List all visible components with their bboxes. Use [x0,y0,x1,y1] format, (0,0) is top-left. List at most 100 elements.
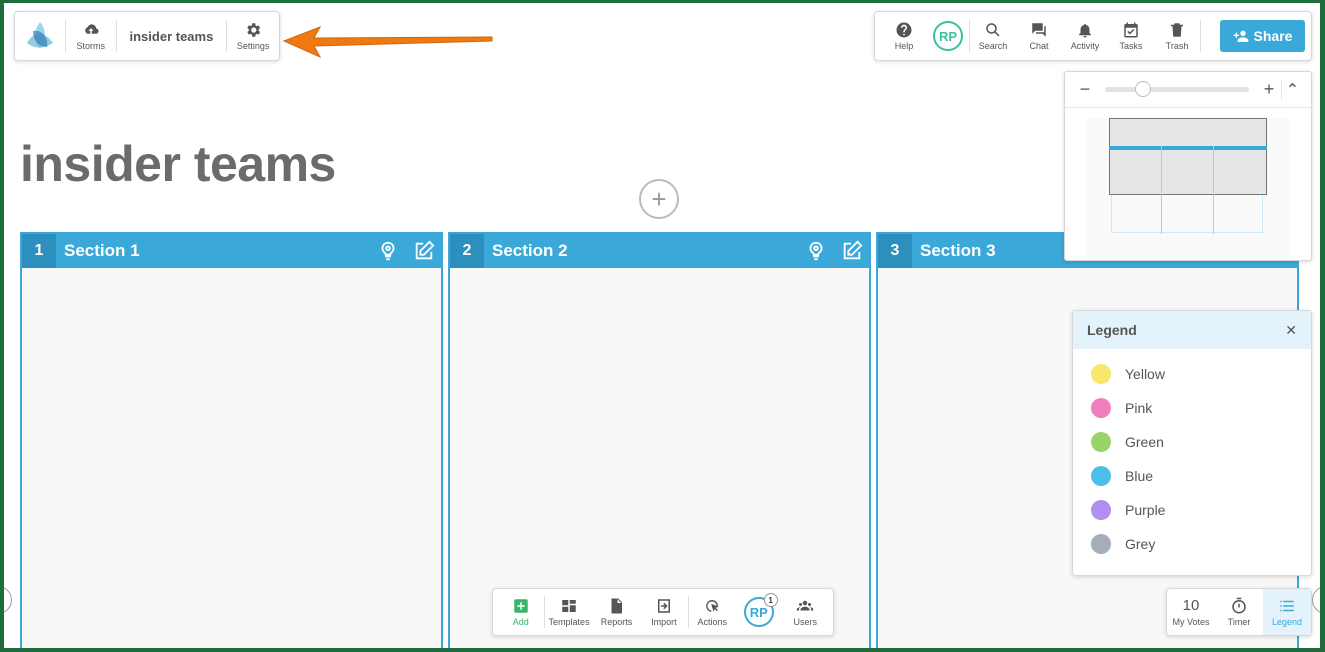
legend-item[interactable]: Yellow [1091,357,1311,391]
share-label: Share [1253,28,1293,44]
legend-title: Legend [1087,322,1137,338]
legend-item-label: Blue [1125,468,1154,484]
minimap-preview[interactable] [1087,118,1291,258]
chat-icon [1032,23,1046,37]
templates-button[interactable]: Templates [545,589,592,635]
list-icon [1280,600,1294,612]
lightbulb-icon[interactable] [377,240,399,262]
users-label: Users [793,617,818,627]
section-number: 2 [450,234,484,268]
help-button[interactable]: Help [881,12,927,60]
color-swatch [1091,364,1111,384]
settings-button[interactable]: Settings [227,12,279,60]
zoom-slider[interactable] [1105,81,1249,97]
reports-label: Reports [600,617,633,627]
close-icon[interactable]: ✕ [1285,322,1297,339]
user-avatar[interactable]: RP [933,21,963,51]
zoom-in-button[interactable]: + [1257,79,1281,100]
votes-label: My Votes [1172,617,1210,627]
import-icon [657,599,670,613]
cloud-upload-icon [84,24,99,34]
color-swatch [1091,432,1111,452]
legend-item[interactable]: Grey [1091,527,1311,561]
search-icon [986,23,1000,37]
timer-button[interactable]: Timer [1215,589,1263,635]
legend-item-label: Green [1125,434,1164,450]
calendar-check-icon [1124,22,1138,38]
legend-panel: Legend ✕ Yellow Pink Green Blue Purple Grey [1072,310,1312,576]
help-label: Help [894,41,914,51]
reports-button[interactable]: Reports [593,589,640,635]
trash-button[interactable]: Trash [1154,12,1200,60]
search-button[interactable]: Search [970,12,1016,60]
section-number: 1 [22,234,56,268]
storms-button[interactable]: Storms [66,12,116,60]
collapse-minimap-button[interactable]: ⌃ [1281,79,1303,100]
chat-button[interactable]: Chat [1016,12,1062,60]
lightbulb-icon[interactable] [805,240,827,262]
activity-button[interactable]: Activity [1062,12,1108,60]
section-header: 1 Section 1 [22,234,441,268]
timer-label: Timer [1227,617,1251,627]
chat-label: Chat [1029,41,1049,51]
app-logo[interactable] [15,19,65,53]
legend-item[interactable]: Blue [1091,459,1311,493]
users-icon [797,600,814,611]
gear-icon [247,23,261,37]
activity-label: Activity [1070,41,1100,51]
scroll-right-button[interactable] [1312,586,1320,614]
scroll-left-button[interactable] [4,586,12,614]
trash-icon [1171,23,1183,37]
tasks-button[interactable]: Tasks [1108,12,1154,60]
avatar-initials: RP [749,604,768,620]
legend-item-label: Pink [1125,400,1153,416]
zoom-out-button[interactable]: − [1073,79,1097,100]
zoom-slider-handle[interactable] [1135,81,1151,97]
legend-item[interactable]: Green [1091,425,1311,459]
section-title[interactable]: Section 2 [484,241,805,261]
main-toolbar: Help RP Search Chat Activity Tasks Trash… [874,11,1312,61]
stopwatch-icon [1232,597,1246,614]
legend-item[interactable]: Purple [1091,493,1311,527]
annotation-arrow [282,26,493,59]
user-avatar[interactable]: RP 1 [743,593,778,627]
storms-label: Storms [76,41,105,51]
legend-header: Legend ✕ [1073,311,1311,349]
section-column[interactable]: 1 Section 1 [20,232,443,648]
color-swatch [1091,534,1111,554]
trash-label: Trash [1165,41,1189,51]
add-button[interactable]: Add [497,589,544,635]
legend-list: Yellow Pink Green Blue Purple Grey [1073,349,1311,561]
voting-toolbar: 10 My Votes Timer Legend [1166,588,1312,636]
minimap-panel: − + ⌃ [1064,71,1312,261]
minimap-viewport[interactable] [1109,118,1267,195]
add-section-button[interactable]: + [639,179,679,219]
legend-item[interactable]: Pink [1091,391,1311,425]
zoom-controls: − + ⌃ [1065,72,1311,108]
help-icon [896,22,912,38]
my-votes-button[interactable]: 10 My Votes [1167,589,1215,635]
board-toolbar: Storms insider teams Settings [14,11,280,61]
bottom-toolbar: Add Templates Reports Import Actions RP … [492,588,834,636]
board-name[interactable]: insider teams [117,29,227,44]
share-button[interactable]: Share [1220,20,1305,52]
minimap-board-outline [1111,195,1263,233]
settings-label: Settings [236,41,270,51]
section-title[interactable]: Section 1 [56,241,377,261]
logo-icon [26,22,53,49]
actions-button[interactable]: Actions [689,589,736,635]
legend-toggle-button[interactable]: Legend [1263,589,1311,635]
tasks-label: Tasks [1119,41,1143,51]
import-button[interactable]: Import [640,589,687,635]
section-column[interactable]: 2 Section 2 [448,232,871,648]
search-label: Search [978,41,1008,51]
section-header: 2 Section 2 [450,234,869,268]
notification-badge: 1 [763,593,778,607]
section-number: 3 [878,234,912,268]
templates-label: Templates [548,617,590,627]
page-title: insider teams [20,136,336,192]
edit-icon[interactable] [841,240,863,262]
users-button[interactable]: Users [782,589,829,635]
edit-icon[interactable] [413,240,435,262]
add-user-icon [1233,30,1248,42]
